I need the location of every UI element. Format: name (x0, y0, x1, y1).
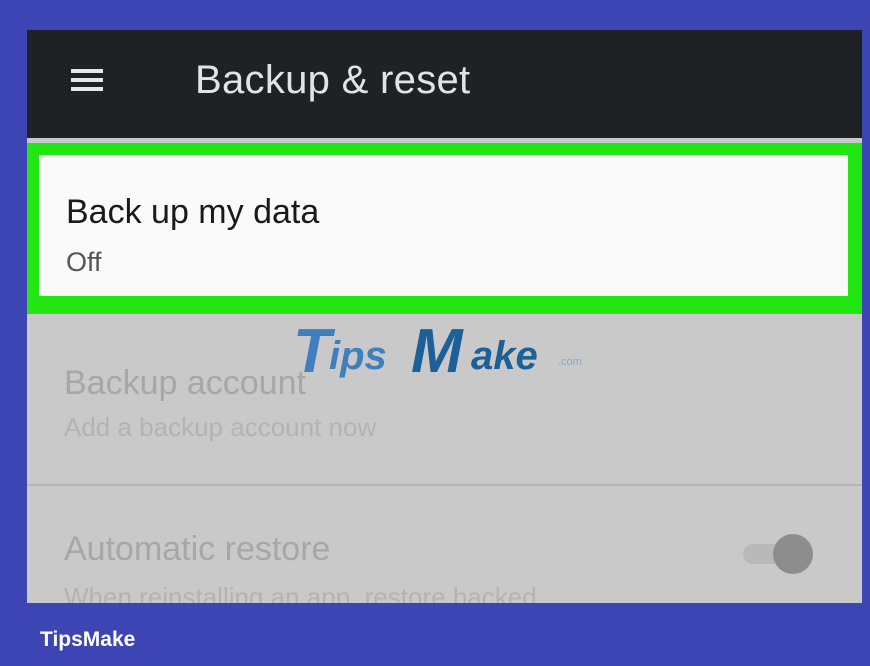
settings-item-automatic-restore[interactable]: Automatic restore When reinstalling an a… (27, 486, 862, 603)
page-title: Backup & reset (195, 58, 471, 102)
settings-item-subtitle: Off (66, 247, 102, 277)
settings-item-title: Back up my data (66, 193, 320, 231)
settings-item-subtitle: Add a backup account now (64, 412, 377, 442)
hamburger-menu-icon[interactable] (71, 67, 103, 93)
settings-item-title: Backup account (64, 364, 306, 402)
settings-item-back-up-my-data[interactable]: Back up my data Off (39, 155, 848, 296)
watermark-logo: T ips M ake .com (293, 317, 582, 386)
automatic-restore-toggle[interactable] (743, 534, 813, 574)
settings-item-subtitle: When reinstalling an app, restore backed (64, 582, 537, 603)
brand-label: TipsMake (40, 628, 136, 651)
toggle-knob (773, 534, 813, 574)
phone-screen: Backup & reset Back up my data Off Backu… (27, 30, 862, 603)
app-bar: Backup & reset (27, 30, 862, 138)
settings-item-title: Automatic restore (64, 530, 331, 568)
